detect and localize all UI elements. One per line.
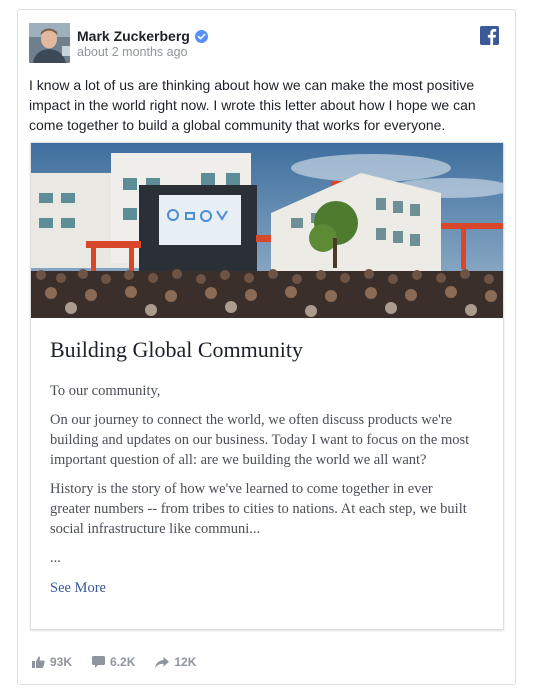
link-card[interactable]: Building Global Community To our communi… [30,142,504,630]
like-count: 93K [50,655,73,669]
comment-stat[interactable]: 6.2K [92,655,135,669]
comment-icon [92,656,106,668]
like-stat[interactable]: 93K [32,655,72,669]
card-image[interactable] [31,143,503,318]
avatar[interactable] [29,23,70,63]
comment-count: 6.2K [110,655,136,669]
card-paragraph: History is the story of how we've learne… [50,481,467,537]
card-greeting: To our community, [50,383,161,399]
post-timestamp[interactable]: about 2 months ago [77,45,188,59]
see-more-link[interactable]: See More [50,580,106,597]
share-stat[interactable]: 12K [155,655,196,669]
facebook-logo-icon[interactable] [480,26,499,45]
card-ellipsis: ... [50,550,61,566]
facebook-post: Mark Zuckerberg about 2 months ago I kno… [17,9,516,685]
card-body: Building Global Community To our communi… [50,337,475,597]
post-text: I know a lot of us are thinking about ho… [29,77,476,133]
like-icon [32,656,45,668]
card-title[interactable]: Building Global Community [50,337,475,363]
author-name[interactable]: Mark Zuckerberg [77,28,190,44]
share-icon [155,656,170,668]
share-count: 12K [174,655,197,669]
card-paragraph: On our journey to connect the world, we … [50,412,470,468]
post-header: Mark Zuckerberg about 2 months ago [29,23,503,65]
author-line: Mark Zuckerberg [77,28,208,44]
post-footer: 93K 6.2K 12K [32,655,216,669]
verified-badge-icon [194,29,208,43]
